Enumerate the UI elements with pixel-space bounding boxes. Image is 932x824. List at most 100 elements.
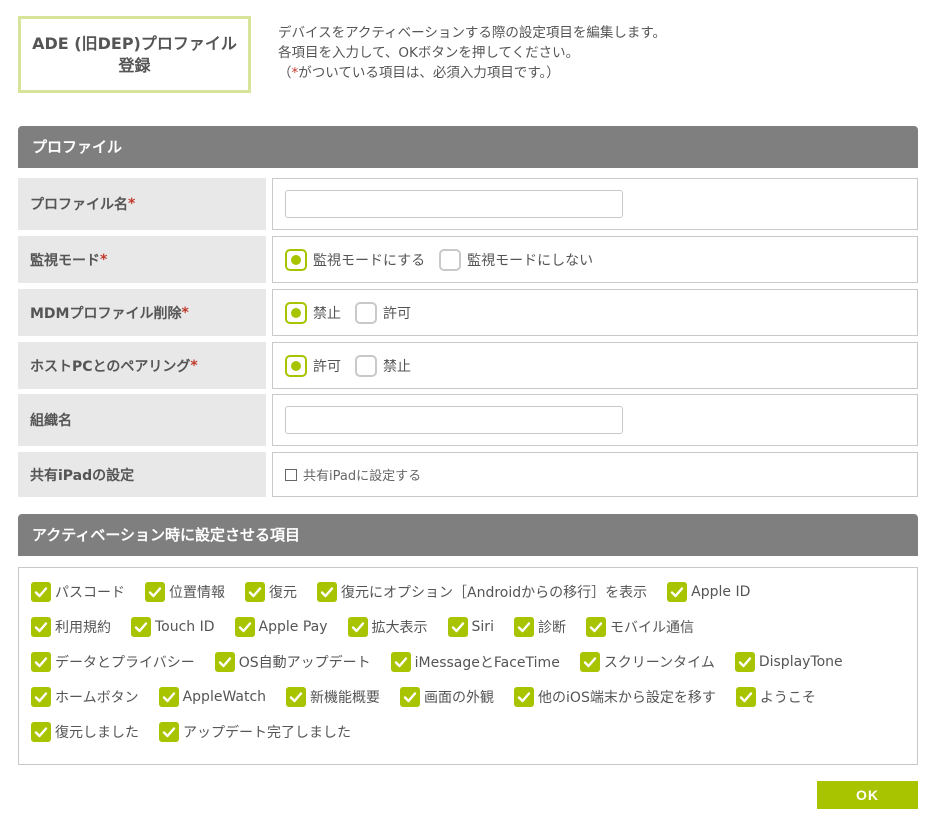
checkbox-checked-icon[interactable] <box>734 652 755 672</box>
checkbox-checked-icon[interactable] <box>214 652 235 672</box>
supervision-label-text: 監視モード <box>30 252 100 269</box>
required-mark: * <box>190 357 198 374</box>
checkbox-checked-icon[interactable] <box>31 582 51 602</box>
profile-name-input[interactable] <box>285 190 623 218</box>
activation-item[interactable]: 画面の外観 <box>400 686 494 708</box>
activation-item[interactable]: AppleWatch <box>158 686 267 708</box>
checkbox-checked-icon[interactable] <box>317 582 337 602</box>
checkbox-checked-icon[interactable] <box>514 687 535 707</box>
org-name-row: 組織名 <box>18 394 918 446</box>
shared-ipad-checkbox[interactable] <box>285 468 297 481</box>
activation-row: 利用規約 Touch ID Apple Pay 拡大表示 Siri 診断 モバイル通信 <box>31 616 917 651</box>
activation-item[interactable]: データとプライバシー <box>31 651 195 673</box>
activation-item[interactable]: DisplayTone <box>734 651 843 673</box>
radio-selected-icon[interactable] <box>285 301 307 324</box>
activation-item[interactable]: 利用規約 <box>31 616 111 638</box>
activation-item[interactable]: スクリーンタイム <box>579 651 715 673</box>
mdm-removal-label: MDMプロファイル削除 * <box>18 289 266 336</box>
supervision-cell: 監視モードにする 監視モードにしない <box>272 236 918 283</box>
checkbox-checked-icon[interactable] <box>735 687 756 707</box>
activation-item[interactable]: モバイル通信 <box>585 616 694 638</box>
ok-button[interactable]: OK <box>817 781 918 809</box>
checkbox-checked-icon[interactable] <box>347 617 368 637</box>
required-mark: * <box>128 196 136 212</box>
checkbox-checked-icon[interactable] <box>447 617 468 637</box>
activation-item[interactable]: 拡大表示 <box>347 616 428 638</box>
checkbox-checked-icon[interactable] <box>585 617 606 637</box>
activation-item-label: アップデート完了しました <box>183 725 351 741</box>
activation-item-label: データとプライバシー <box>55 655 195 671</box>
activation-item-label: 復元しました <box>55 725 139 741</box>
activation-item[interactable]: Apple Pay <box>234 616 328 638</box>
activation-item[interactable]: パスコード <box>31 581 125 603</box>
shared-ipad-row: 共有iPadの設定 共有iPadに設定する <box>18 452 918 497</box>
supervision-off-radio[interactable]: 監視モードにしない <box>439 248 593 271</box>
checkbox-checked-icon[interactable] <box>31 652 51 672</box>
activation-item-label: Apple Pay <box>258 619 328 635</box>
checkbox-checked-icon[interactable] <box>579 652 600 672</box>
checkbox-checked-icon[interactable] <box>31 722 51 742</box>
activation-item-label: 位置情報 <box>169 585 225 601</box>
activation-item-label: スクリーンタイム <box>603 655 715 671</box>
checkbox-checked-icon[interactable] <box>131 617 151 637</box>
activation-item-label: AppleWatch <box>182 689 267 705</box>
checkbox-checked-icon[interactable] <box>400 687 421 707</box>
activation-item[interactable]: Apple ID <box>667 581 750 603</box>
org-name-label: 組織名 <box>18 394 266 446</box>
activation-item[interactable]: 復元にオプション［Androidからの移行］を表示 <box>317 581 647 603</box>
pairing-prohibit-label: 禁止 <box>383 358 411 375</box>
mdm-removal-label-text: MDMプロファイル削除 <box>30 305 182 322</box>
radio-unselected-icon[interactable] <box>355 354 377 377</box>
radio-selected-icon[interactable] <box>285 248 307 271</box>
profile-name-row: プロファイル名 * <box>18 178 918 230</box>
activation-item[interactable]: アップデート完了しました <box>159 721 351 743</box>
activation-item[interactable]: Siri <box>447 616 494 638</box>
activation-item-label: iMessageとFaceTime <box>414 655 560 671</box>
description-line-1: デバイスをアクティベーションする際の設定項目を編集します。 <box>278 25 666 41</box>
activation-item[interactable]: 位置情報 <box>145 581 225 603</box>
description-line-3-post: がついている項目は、必須入力項目です。） <box>298 65 560 81</box>
shared-ipad-checkbox-label: 共有iPadに設定する <box>303 469 422 484</box>
org-name-cell <box>272 394 918 446</box>
description-line-3-pre: （ <box>278 65 292 81</box>
activation-item[interactable]: 復元しました <box>31 721 139 743</box>
org-name-input[interactable] <box>285 406 623 434</box>
supervision-row: 監視モード * 監視モードにする 監視モードにしない <box>18 236 918 283</box>
checkbox-checked-icon[interactable] <box>667 582 688 602</box>
activation-item[interactable]: Touch ID <box>131 616 215 638</box>
activation-item[interactable]: ようこそ <box>735 686 816 708</box>
checkbox-checked-icon[interactable] <box>31 687 51 707</box>
activation-item-label: モバイル通信 <box>609 620 694 636</box>
activation-item[interactable]: OS自動アップデート <box>214 651 371 673</box>
checkbox-checked-icon[interactable] <box>145 582 165 602</box>
activation-item-label: ホームボタン <box>55 690 139 706</box>
radio-selected-icon[interactable] <box>285 354 307 377</box>
activation-item[interactable]: iMessageとFaceTime <box>390 651 560 673</box>
host-pairing-row: ホストPCとのペアリング * 許可 禁止 <box>18 342 918 389</box>
supervision-label: 監視モード * <box>18 236 266 283</box>
checkbox-checked-icon[interactable] <box>245 582 265 602</box>
activation-item[interactable]: 復元 <box>245 581 297 603</box>
checkbox-checked-icon[interactable] <box>390 652 411 672</box>
description-line-3: （*がついている項目は、必須入力項目です。） <box>278 63 666 83</box>
radio-unselected-icon[interactable] <box>355 301 377 324</box>
activation-item[interactable]: ホームボタン <box>31 686 139 708</box>
checkbox-checked-icon[interactable] <box>159 722 179 742</box>
mdm-allow-radio[interactable]: 許可 <box>355 301 411 324</box>
radio-unselected-icon[interactable] <box>439 248 462 271</box>
activation-item[interactable]: 診断 <box>513 616 566 638</box>
pairing-allow-radio[interactable]: 許可 <box>285 354 341 377</box>
checkbox-checked-icon[interactable] <box>31 617 51 637</box>
activation-item-label: パスコード <box>55 585 125 601</box>
activation-item[interactable]: 他のiOS端末から設定を移す <box>514 686 716 708</box>
activation-row: パスコード 位置情報 復元 復元にオプション［Androidからの移行］を表示 Appl… <box>31 581 917 616</box>
checkbox-checked-icon[interactable] <box>158 687 179 707</box>
pairing-prohibit-radio[interactable]: 禁止 <box>355 354 411 377</box>
mdm-prohibit-radio[interactable]: 禁止 <box>285 301 341 324</box>
checkbox-checked-icon[interactable] <box>513 617 534 637</box>
mdm-allow-label: 許可 <box>383 305 411 322</box>
activation-item[interactable]: 新機能概要 <box>286 686 380 708</box>
checkbox-checked-icon[interactable] <box>286 687 307 707</box>
supervision-on-radio[interactable]: 監視モードにする <box>285 248 425 271</box>
checkbox-checked-icon[interactable] <box>234 617 255 637</box>
